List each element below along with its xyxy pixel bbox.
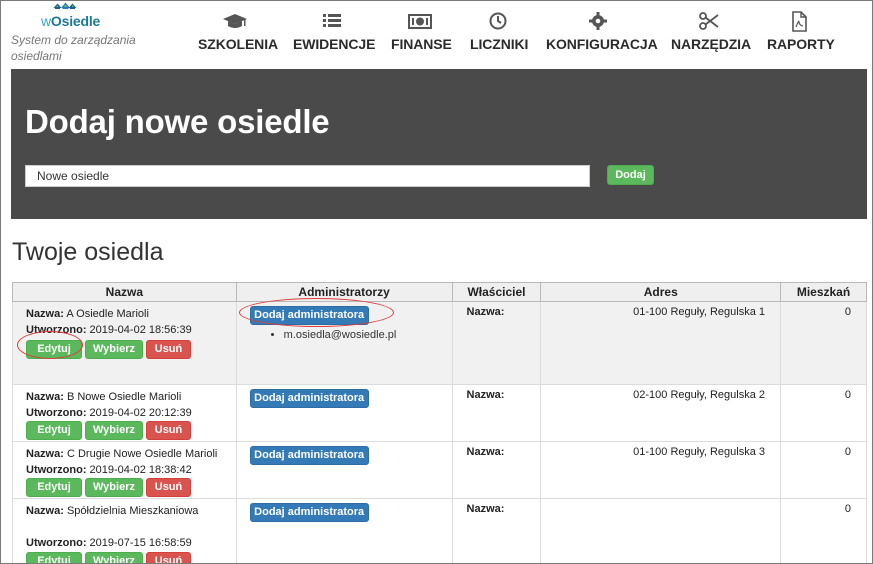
scissors-icon: [699, 12, 719, 30]
created-label: Utworzono:: [26, 324, 87, 336]
column-header-address: Adres: [540, 282, 782, 302]
add-admin-button[interactable]: Dodaj administratora: [249, 446, 369, 465]
nav-item-liczniki[interactable]: LICZNIKI: [470, 11, 529, 55]
estates-table: Nazwa Administratorzy Właściciel Adres M…: [12, 282, 867, 563]
nav-item-konfiguracja[interactable]: KONFIGURACJA: [546, 11, 658, 55]
nav-item-finanse[interactable]: FINANSE: [391, 11, 452, 55]
nav-label: NARZĘDZIA: [671, 36, 751, 52]
name-cell: Nazwa: C Drugie Nowe Osiedle Marioli Utw…: [12, 441, 237, 499]
created-date: 2019-04-02 18:56:39: [89, 324, 192, 336]
flats-cell: 0: [780, 441, 867, 499]
table-row: Nazwa: Spółdzielnia Mieszkaniowa Utworzo…: [12, 498, 867, 563]
edit-button[interactable]: Edytuj: [26, 340, 82, 359]
created-label: Utworzono:: [26, 464, 87, 476]
name-label: Nazwa:: [26, 308, 64, 320]
hero-title: Dodaj nowe osiedle: [25, 103, 330, 140]
nav-item-ewidencje[interactable]: EWIDENCJE: [293, 11, 376, 55]
clock-icon: [489, 12, 507, 30]
nav-label: RAPORTY: [767, 36, 835, 52]
admins-cell: Dodaj administratora: [235, 441, 453, 499]
column-header-admins: Administratorzy: [235, 282, 453, 302]
owner-label: Nazwa:: [466, 389, 505, 401]
column-header-name: Nazwa: [12, 282, 237, 302]
nav-item-raporty[interactable]: RAPORTY: [767, 11, 835, 55]
created-label: Utworzono:: [26, 537, 87, 549]
name-label: Nazwa:: [26, 391, 64, 403]
add-admin-button[interactable]: Dodaj administratora: [249, 306, 369, 325]
owner-label: Nazwa:: [466, 446, 505, 458]
nav-label: SZKOLENIA: [198, 36, 278, 52]
estate-name: A Osiedle Marioli: [66, 308, 149, 320]
name-cell: Nazwa: B Nowe Osiedle Marioli Utworzono:…: [12, 384, 237, 442]
name-cell: Nazwa: A Osiedle Marioli Utworzono: 2019…: [12, 301, 237, 385]
owner-cell: Nazwa:: [451, 301, 542, 385]
address-cell: 01-100 Reguły, Regulska 1: [540, 301, 782, 385]
flats-cell: 0: [780, 384, 867, 442]
nav-label: KONFIGURACJA: [546, 36, 658, 52]
add-estate-button[interactable]: Dodaj: [607, 165, 654, 185]
created-date: 2019-04-02 20:12:39: [89, 407, 192, 419]
estate-name-input[interactable]: Nowe osiedle: [25, 165, 590, 187]
estate-name: B Nowe Osiedle Marioli: [66, 391, 182, 403]
owner-cell: Nazwa:: [451, 384, 542, 442]
gear-icon: [589, 12, 607, 30]
flats-cell: 0: [780, 301, 867, 385]
nav-item-szkolenia[interactable]: SZKOLENIA: [198, 11, 278, 55]
graduation-cap-icon: [223, 14, 247, 28]
pdf-file-icon: [792, 11, 807, 32]
select-button[interactable]: Wybierz: [85, 552, 143, 563]
add-admin-button[interactable]: Dodaj administratora: [249, 503, 369, 522]
estate-name: Spółdzielnia Mieszkaniowa: [66, 505, 199, 517]
nav-label: FINANSE: [391, 36, 452, 52]
main-nav: SZKOLENIA EWIDENCJE FINANSE LICZNIKI KON…: [1, 11, 872, 57]
select-button[interactable]: Wybierz: [85, 421, 143, 440]
nav-label: EWIDENCJE: [293, 36, 376, 52]
edit-button[interactable]: Edytuj: [26, 478, 82, 497]
delete-button[interactable]: Usuń: [146, 478, 191, 497]
address-cell: 01-100 Reguły, Regulska 3: [540, 441, 782, 499]
created-date: 2019-07-15 16:58:59: [89, 537, 192, 549]
delete-button[interactable]: Usuń: [146, 421, 191, 440]
address-cell: [540, 498, 782, 563]
app-window: wOsiedle System do zarządzania osiedlami…: [0, 0, 873, 564]
table-header-row: Nazwa Administratorzy Właściciel Adres M…: [12, 282, 867, 302]
owner-label: Nazwa:: [466, 503, 505, 515]
created-date: 2019-04-02 18:38:42: [89, 464, 192, 476]
owner-cell: Nazwa:: [451, 498, 542, 563]
admins-cell: Dodaj administratora: [235, 498, 453, 563]
select-button[interactable]: Wybierz: [85, 478, 143, 497]
admin-list: m.osiedla@wosiedle.pl: [250, 329, 452, 341]
section-title: Twoje osiedla: [12, 238, 164, 266]
admins-cell: Dodaj administratora m.osiedla@wosiedle.…: [235, 301, 453, 385]
created-label: Utworzono:: [26, 407, 87, 419]
name-label: Nazwa:: [26, 448, 64, 460]
delete-button[interactable]: Usuń: [146, 552, 191, 563]
address-cell: 02-100 Reguły, Regulska 2: [540, 384, 782, 442]
nav-label: LICZNIKI: [470, 36, 529, 52]
table-row: Nazwa: B Nowe Osiedle Marioli Utworzono:…: [12, 384, 867, 442]
name-cell: Nazwa: Spółdzielnia Mieszkaniowa Utworzo…: [12, 498, 237, 563]
list-icon: [323, 14, 341, 27]
owner-label: Nazwa:: [466, 306, 505, 318]
nav-item-narzedzia[interactable]: NARZĘDZIA: [671, 11, 751, 55]
admins-cell: Dodaj administratora: [235, 384, 453, 442]
table-row: Nazwa: A Osiedle Marioli Utworzono: 2019…: [12, 301, 867, 385]
flats-cell: 0: [780, 498, 867, 563]
delete-button[interactable]: Usuń: [146, 340, 191, 359]
table-row: Nazwa: C Drugie Nowe Osiedle Marioli Utw…: [12, 441, 867, 499]
money-icon: [408, 14, 432, 29]
add-admin-button[interactable]: Dodaj administratora: [249, 389, 369, 408]
name-label: Nazwa:: [26, 505, 64, 517]
estate-name: C Drugie Nowe Osiedle Marioli: [66, 448, 218, 460]
column-header-flats: Mieszkań: [780, 282, 867, 302]
edit-button[interactable]: Edytuj: [26, 552, 82, 563]
add-estate-panel: Dodaj nowe osiedle Nowe osiedle Dodaj: [11, 69, 867, 219]
owner-cell: Nazwa:: [451, 441, 542, 499]
column-header-owner: Właściciel: [451, 282, 542, 302]
select-button[interactable]: Wybierz: [85, 340, 143, 359]
edit-button[interactable]: Edytuj: [26, 421, 82, 440]
admin-email: m.osiedla@wosiedle.pl: [284, 329, 452, 341]
